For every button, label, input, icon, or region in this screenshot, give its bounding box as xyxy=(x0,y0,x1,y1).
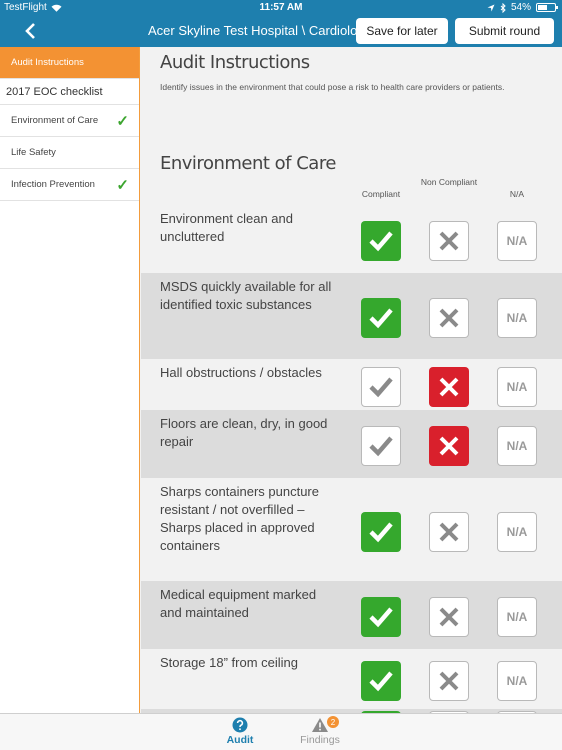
na-button-label: N/A xyxy=(506,439,528,453)
na-button-label: N/A xyxy=(506,525,528,539)
status-bar: TestFlight 11:57 AM 54% xyxy=(0,0,562,15)
checklist-item-label: Sharps containers puncture resistant / n… xyxy=(160,484,319,553)
sidebar-item-environment-of-care[interactable]: Environment of Care ✓ xyxy=(0,105,139,137)
check-icon xyxy=(369,522,393,543)
check-icon: ✓ xyxy=(116,176,129,194)
checklist-row: Sharps containers puncture resistant / n… xyxy=(141,478,562,581)
check-icon xyxy=(369,377,393,398)
x-icon xyxy=(439,671,459,691)
compliant-button[interactable] xyxy=(361,426,401,466)
compliant-button[interactable] xyxy=(361,512,401,552)
check-icon xyxy=(369,607,393,628)
compliant-button[interactable] xyxy=(361,597,401,637)
na-button[interactable]: N/A xyxy=(497,512,537,552)
checklist-item-label: Storage 18” from ceiling xyxy=(160,655,299,670)
checklist-rows: Environment clean and uncluttered N/A MSDS… xyxy=(141,205,562,713)
non-compliant-button[interactable] xyxy=(429,298,469,338)
x-icon xyxy=(439,308,459,328)
na-button[interactable]: N/A xyxy=(497,426,537,466)
submit-round-button[interactable]: Submit round xyxy=(455,18,554,44)
check-icon xyxy=(369,436,393,457)
checklist-row: Environment clean and uncluttered N/A xyxy=(141,205,562,273)
question-circle-icon xyxy=(232,717,248,733)
non-compliant-button[interactable] xyxy=(429,512,469,552)
battery-level xyxy=(538,5,547,10)
na-button[interactable]: N/A xyxy=(497,221,537,261)
sidebar-section-header: 2017 EOC checklist xyxy=(0,79,139,105)
na-button-label: N/A xyxy=(506,311,528,325)
sidebar-item-infection-prevention[interactable]: Infection Prevention ✓ xyxy=(0,169,139,201)
check-icon xyxy=(369,308,393,329)
checklist-item-label: Medical equipment marked and maintained xyxy=(160,587,317,620)
checklist-row: Medical equipment marked and maintained N… xyxy=(141,581,562,649)
battery-icon xyxy=(536,3,558,12)
status-right: 54% xyxy=(487,2,558,13)
na-button[interactable]: N/A xyxy=(497,367,537,407)
x-icon xyxy=(439,377,459,397)
checklist-row: Hall obstructions / obstacles N/A xyxy=(141,359,562,410)
tab-findings[interactable]: 2 Findings xyxy=(290,716,350,746)
non-compliant-button[interactable] xyxy=(429,367,469,407)
status-time: 11:57 AM xyxy=(259,2,303,13)
check-icon xyxy=(369,231,393,252)
na-button[interactable]: N/A xyxy=(497,597,537,637)
checklist-item-label: MSDS quickly available for all identifie… xyxy=(160,279,332,312)
na-button[interactable]: N/A xyxy=(497,661,537,701)
page-title: Audit Instructions xyxy=(160,52,310,73)
na-button-label: N/A xyxy=(506,610,528,624)
na-button-label: N/A xyxy=(506,234,528,248)
non-compliant-button[interactable] xyxy=(429,661,469,701)
checklist-row: Storage 18” from ceiling N/A xyxy=(141,649,562,709)
compliant-button[interactable] xyxy=(361,298,401,338)
findings-badge: 2 xyxy=(327,716,339,728)
tab-bar: Audit 2 Findings xyxy=(0,713,562,750)
sidebar-item-audit-instructions[interactable]: Audit Instructions xyxy=(0,47,139,79)
tab-findings-label: Findings xyxy=(300,734,340,746)
tab-audit[interactable]: Audit xyxy=(210,717,270,746)
x-icon xyxy=(439,436,459,456)
column-header-compliant: Compliant xyxy=(361,189,401,199)
non-compliant-button[interactable] xyxy=(429,426,469,466)
sidebar-item-label: Life Safety xyxy=(11,147,56,158)
na-button-label: N/A xyxy=(506,674,528,688)
location-icon xyxy=(487,4,495,11)
checklist-item-label: Environment clean and uncluttered xyxy=(160,211,293,244)
na-button[interactable]: N/A xyxy=(497,298,537,338)
battery-percent: 54% xyxy=(510,2,531,13)
chevron-left-icon xyxy=(25,23,35,39)
non-compliant-button[interactable] xyxy=(429,221,469,261)
checklist-row: Floors are clean, dry, in good repair N/A xyxy=(141,410,562,478)
sidebar-item-label: Infection Prevention xyxy=(11,179,95,190)
x-icon xyxy=(439,522,459,542)
sidebar-item-label: Audit Instructions xyxy=(11,57,84,68)
column-header-na: N/A xyxy=(509,189,525,199)
tab-audit-label: Audit xyxy=(226,734,254,746)
x-icon xyxy=(439,607,459,627)
check-icon: ✓ xyxy=(116,112,129,130)
instructions-text: Identify issues in the environment that … xyxy=(160,82,505,92)
sidebar-item-label: Environment of Care xyxy=(11,115,99,126)
non-compliant-button[interactable] xyxy=(429,597,469,637)
compliant-button[interactable] xyxy=(361,221,401,261)
save-for-later-button[interactable]: Save for later xyxy=(356,18,448,44)
compliant-button[interactable] xyxy=(361,661,401,701)
x-icon xyxy=(439,231,459,251)
bluetooth-icon xyxy=(500,2,506,13)
section-title: Environment of Care xyxy=(160,153,336,174)
sidebar: Audit Instructions 2017 EOC checklist En… xyxy=(0,47,140,713)
nav-bar: Acer Skyline Test Hospital \ Cardiology … xyxy=(0,15,562,47)
checklist-row: MSDS quickly available for all identifie… xyxy=(141,273,562,359)
checklist-item-label: Floors are clean, dry, in good repair xyxy=(160,416,328,449)
column-header-non-compliant: Non Compliant xyxy=(420,177,478,187)
check-icon xyxy=(369,671,393,692)
back-button[interactable] xyxy=(18,19,42,43)
na-button-label: N/A xyxy=(506,380,528,394)
sidebar-item-life-safety[interactable]: Life Safety xyxy=(0,137,139,169)
main-content[interactable]: Audit Instructions Identify issues in th… xyxy=(141,47,562,713)
nav-title: Acer Skyline Test Hospital \ Cardiology xyxy=(148,23,372,38)
checklist-item-label: Hall obstructions / obstacles xyxy=(160,365,322,380)
compliant-button[interactable] xyxy=(361,367,401,407)
